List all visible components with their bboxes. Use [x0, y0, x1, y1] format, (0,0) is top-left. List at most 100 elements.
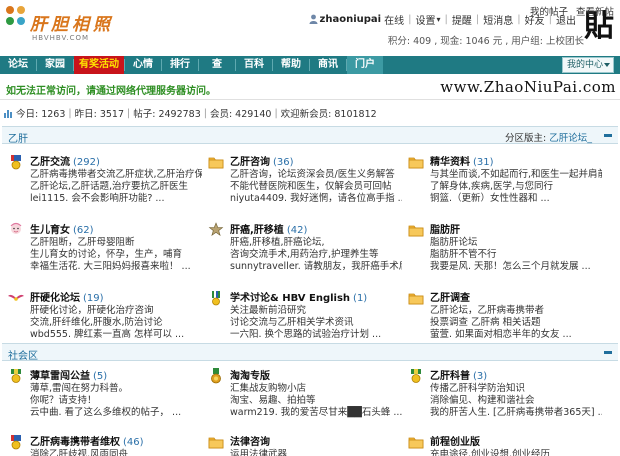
nav-item-business[interactable]: 商讯	[310, 56, 346, 74]
forum-last-post[interactable]: 我的肝苦人生. [乙肝病毒携带者365天] ...	[430, 404, 602, 418]
collapse-icon[interactable]	[604, 351, 612, 354]
site-watermark: www.ZhaoNiuPai.com	[440, 78, 616, 96]
forum-last-post[interactable]: wbd555. 脾红素一直高 怎样可以 ...	[30, 326, 202, 340]
forum-last-post[interactable]: 幸福生活花. 大三阳妈妈报喜来啦！ ...	[30, 258, 202, 272]
divider: |	[408, 13, 412, 25]
nav-item-ranking[interactable]: 排行	[162, 56, 198, 74]
settings-link[interactable]: 设置	[415, 12, 435, 27]
divider: |	[274, 107, 278, 119]
my-posts-link[interactable]: 我的帖子	[530, 4, 568, 18]
folder-icon	[408, 222, 424, 238]
forum-item[interactable]: 肝癌,肝移植 (42) 肝癌,肝移植,肝癌论坛, 咨询交流手术,用药治疗,护理养生等 s…	[202, 220, 402, 272]
forum-last-post[interactable]: lei1115. 会不会影响肝功能? ...	[30, 190, 202, 204]
forum-item[interactable]: 精华资料 (31) 与其坐而谈,不如起而行,和医生一起并肩前进 了解身体,疾病,医学,…	[402, 152, 602, 204]
forum-last-post[interactable]: 萤萱. 如果面对相恋半年的女友 ...	[430, 326, 602, 340]
nav-item-help[interactable]: 帮助	[273, 56, 309, 74]
user-stats: 积分: 409 , 现金: 1046 元 , 用户组: 上校团长	[387, 36, 584, 47]
forum-last-post[interactable]: 一六阳. 换个思路的试验治疗计划 ...	[230, 326, 402, 340]
folder-icon	[408, 154, 424, 170]
nav-item-home[interactable]: 家园	[37, 56, 73, 74]
folder-icon	[408, 434, 424, 450]
logo-title: 肝胆相照	[30, 15, 114, 35]
nav-item-mood[interactable]: 心情	[125, 56, 161, 74]
section-header-society: 社会区	[2, 343, 618, 362]
site-header: 肝胆相照 HBVHBV.COM zhaoniupai 在线 | 设置 ▾ | 提…	[0, 0, 620, 56]
nav-item-wiki[interactable]: 百科	[236, 56, 272, 74]
messages-link[interactable]: 短消息	[483, 12, 513, 27]
forum-item[interactable]: 乙肝调查 乙肝论坛，乙肝病毒携带者 投票调查 乙肝病 相关话题 萤萱. 如果面对相恋半…	[402, 288, 602, 340]
forum-last-post[interactable]: warm219. 我的爱苦尽甘来██石头蜂 ...	[230, 404, 402, 418]
divider: |	[475, 13, 480, 25]
section-title[interactable]: 社会区	[8, 347, 38, 362]
baby-icon	[8, 222, 24, 238]
logo-subtitle: HBVHBV.COM	[32, 34, 90, 42]
divider: |	[444, 13, 448, 25]
section-title[interactable]: 乙肝	[8, 130, 28, 145]
strip-links: 我的帖子 查看新帖	[530, 4, 614, 18]
forum-item[interactable]: 乙肝病毒携带者维权 (46) 消除乙肝歧视,风雨同舟	[2, 432, 202, 456]
section-moderator: 分区版主: 乙肝论坛_	[505, 130, 592, 144]
section-header-hepatitis-b: 乙肝 分区版主: 乙肝论坛_	[2, 126, 618, 145]
folder-icon	[208, 154, 224, 170]
forum-last-post[interactable]: 云中曲. 看了这么多维权的帖子， ...	[30, 404, 202, 418]
folder-icon	[208, 434, 224, 450]
stat-new-member: 欢迎新会员: 8101812	[280, 109, 377, 120]
nav-item-portal[interactable]: 门户	[347, 56, 383, 74]
reminders-link[interactable]: 提醒	[452, 12, 472, 27]
notice-text: 如无法正常访问，请通过网络代理服务器访问。	[6, 86, 216, 97]
forum-last-post[interactable]: 我要是风. 天那！怎么三个月就发展 ...	[430, 258, 602, 272]
sun-badge-icon	[8, 434, 24, 450]
forum-item[interactable]: 乙肝交流 (292) 乙肝病毒携带者交流乙肝症状,乙肝治疗保健 乙肝论坛,乙肝话题,治…	[2, 152, 202, 204]
forum-last-post[interactable]: sunnytraveller. 请教朋友，我肝癌手术后 ...	[230, 258, 402, 272]
notice-bar: 如无法正常访问，请通过网络代理服务器访问。 www.ZhaoNiuPai.com	[0, 74, 620, 100]
forum-item[interactable]: 生儿育女 (62) 乙肝阻断，乙肝母婴阻断 生儿育女的讨论，怀孕，生产，哺育 幸福生活花…	[2, 220, 202, 272]
bar-chart-icon	[4, 109, 12, 118]
wings-icon	[8, 290, 24, 306]
forum-item[interactable]: 前程创业版 充电途径,创业设想,创业经历	[402, 432, 602, 456]
stripe-badge-icon	[208, 290, 224, 306]
green-medal-icon	[408, 368, 424, 384]
stat-members: 会员: 429140	[209, 109, 272, 120]
green-medal-icon	[8, 368, 24, 384]
stat-today: 今日: 1263	[16, 109, 66, 120]
forum-last-post[interactable]: 铜篮.（更新）女性性器和 ...	[430, 190, 602, 204]
forum-item[interactable]: 薄草雷闯公益 (5) 薄草,雷闯在努力科普。 你呢？请支持！ 云中曲. 看了这么多维权的…	[2, 366, 202, 418]
chevron-down-icon	[604, 63, 610, 67]
site-logo[interactable]: 肝胆相照 HBVHBV.COM	[6, 6, 126, 46]
gold-medal-icon	[208, 368, 224, 384]
moderator-label: 分区版主:	[505, 133, 550, 144]
forum-description: 运用法律武器	[230, 449, 288, 456]
my-center-label: 我的中心	[567, 60, 604, 70]
forum-last-post[interactable]: niyuta4409. 我好迷惘，请各位高手指 ...	[230, 190, 402, 204]
forum-description: 消除乙肝歧视,风雨同舟	[30, 449, 129, 456]
chevron-down-icon[interactable]: ▾	[436, 15, 440, 24]
view-new-posts-link[interactable]: 查看新帖	[576, 4, 614, 18]
medal-icon	[208, 222, 224, 238]
nav-item-forum[interactable]: 论坛	[0, 56, 36, 74]
sun-badge-icon	[8, 154, 24, 170]
forum-stats-strip: 今日: 1263 | 昨日: 3517 | 帖子: 2492783 | 会员: …	[0, 104, 620, 122]
my-center-dropdown[interactable]: 我的中心	[562, 57, 614, 73]
forum-item[interactable]: 脂肪肝 脂肪肝论坛 脂肪肝不管不行 我要是风. 天那！怎么三个月就发展 ...	[402, 220, 602, 272]
stat-yesterday: 昨日: 3517	[74, 109, 125, 120]
divider: |	[127, 107, 131, 119]
online-status: 在线	[384, 15, 405, 27]
forum-item[interactable]: 法律咨询 运用法律武器	[202, 432, 402, 456]
forum-item[interactable]: 乙肝科普 (3) 传播乙肝科学防治知识 消除偏见、构建和谐社会 我的肝苦人生. [乙肝病…	[402, 366, 602, 418]
divider: |	[203, 107, 207, 119]
collapse-icon[interactable]	[604, 134, 612, 137]
divider: |	[68, 107, 72, 119]
nav-item-activity[interactable]: 有奖活动	[74, 56, 124, 74]
forum-item[interactable]: 乙肝咨询 (36) 乙肝咨询，论坛资深会员/医生义务解答 不能代替医院和医生，仅解会员…	[202, 152, 402, 204]
forum-description: 充电途径,创业设想,创业经历	[430, 449, 551, 456]
forum-item[interactable]: 学术讨论& HBV English (1) 关注最新前沿研究 讨论交流与乙肝相关学术资…	[202, 288, 402, 340]
user-icon	[309, 14, 318, 24]
forum-item[interactable]: 肝硬化论坛 (19) 肝硬化讨论，肝硬化治疗咨询 交流,肝纤维化,肝腹水,防治讨论 wb…	[2, 288, 202, 340]
username-link[interactable]: zhaoniupai	[320, 14, 382, 25]
divider: |	[517, 13, 521, 25]
nav-item-check[interactable]: 查	[199, 56, 235, 74]
folder-icon	[408, 290, 424, 306]
main-nav: 论坛 家园 有奖活动 心情 排行 查 百科 帮助 商讯 门户 我的中心	[0, 56, 620, 74]
forum-item[interactable]: 淘淘专版 汇集战友购物小店 淘宝、易趣、拍拍等 warm219. 我的爱苦尽甘来██石…	[202, 366, 402, 418]
moderator-link[interactable]: 乙肝论坛_	[549, 133, 592, 144]
